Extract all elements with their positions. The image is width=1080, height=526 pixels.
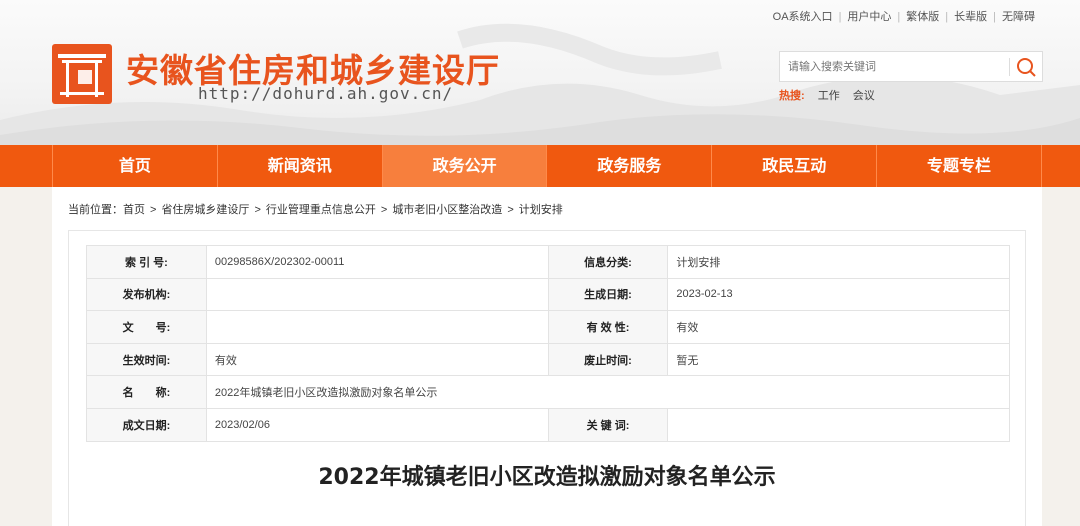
table-row: 发布机构: 生成日期: 2023-02-13 (86, 277, 1010, 312)
nav-item-news[interactable]: 新闻资讯 (218, 145, 383, 187)
search-button[interactable] (1014, 56, 1038, 78)
meta-value-doc-number (205, 310, 549, 344)
meta-value-written-date: 2023/02/06 (205, 407, 549, 442)
meta-label-keywords: 关 键 词: (547, 407, 669, 442)
top-link-oa[interactable]: OA系统入口 (773, 11, 833, 23)
meta-value-publisher (205, 277, 549, 312)
nav-item-interaction[interactable]: 政民互动 (712, 145, 878, 187)
nav-item-home[interactable]: 首页 (52, 145, 218, 187)
site-url: http://dohurd.ah.gov.cn/ (198, 84, 454, 103)
breadcrumb-item[interactable]: 计划安排 (519, 204, 563, 216)
nav-item-gov-affairs[interactable]: 政务公开 (382, 145, 548, 187)
meta-label-repeal-time: 废止时间: (547, 342, 669, 377)
meta-value-effective-time: 有效 (205, 342, 549, 377)
table-row: 文 号: 有 效 性: 有效 (86, 310, 1010, 344)
meta-label-written-date: 成文日期: (86, 407, 207, 442)
breadcrumb-item[interactable]: 首页 (123, 204, 145, 216)
breadcrumb-item[interactable]: 城市老旧小区整治改造 (392, 204, 502, 216)
meta-label-generated-date: 生成日期: (547, 277, 669, 312)
hot-search-item[interactable]: 工作 (818, 90, 840, 102)
hot-search-item[interactable]: 会议 (853, 90, 875, 102)
meta-value-keywords (667, 407, 1010, 442)
top-links: OA系统入口 | 用户中心 | 繁体版 | 长辈版 | 无障碍 (772, 11, 1035, 23)
hot-search-label: 热搜: (779, 90, 805, 102)
search-input[interactable] (788, 58, 1008, 76)
meta-value-index: 00298586X/202302-00011 (205, 245, 549, 279)
top-link-user-center[interactable]: 用户中心 (847, 11, 891, 23)
document-title: 2022年城镇老旧小区改造拟激励对象名单公示 (318, 465, 776, 490)
meta-value-validity: 有效 (667, 310, 1010, 344)
nav-item-gov-services[interactable]: 政务服务 (547, 145, 713, 187)
table-row: 成文日期: 2023/02/06 关 键 词: (86, 407, 1010, 442)
meta-value-generated-date: 2023-02-13 (667, 277, 1010, 312)
table-row: 生效时间: 有效 废止时间: 暂无 (86, 342, 1010, 377)
emblem-icon (58, 54, 106, 97)
site-logo[interactable] (52, 44, 112, 104)
hot-search: 热搜: 工作 会议 (779, 87, 875, 103)
breadcrumb-item[interactable]: 省住房城乡建设厅 (161, 204, 249, 216)
meta-label-category: 信息分类: (547, 245, 669, 279)
main-content: 当前位置：首页 > 省住房城乡建设厅 > 行业管理重点信息公开 > 城市老旧小区整治改造 > 计… (52, 187, 1042, 526)
meta-value-repeal-time: 暂无 (667, 342, 1010, 377)
metadata-table: 索 引 号: 00298586X/202302-00011 信息分类: 计划安排… (86, 245, 1011, 442)
top-link-elder[interactable]: 长辈版 (954, 11, 987, 23)
site-header: OA系统入口 | 用户中心 | 繁体版 | 长辈版 | 无障碍 安徽省住房和城乡建设厅 http… (0, 0, 1080, 145)
meta-label-doc-number: 文 号: (86, 310, 207, 344)
breadcrumb-prefix: 当前位置： (68, 204, 123, 216)
main-nav: 首页 新闻资讯 政务公开 政务服务 政民互动 专题专栏 (0, 145, 1080, 187)
meta-label-validity: 有 效 性: (547, 310, 669, 344)
breadcrumb: 当前位置：首页 > 省住房城乡建设厅 > 行业管理重点信息公开 > 城市老旧小区整治改造 > 计… (68, 204, 563, 216)
meta-label-effective-time: 生效时间: (86, 342, 207, 377)
search-icon (1017, 58, 1036, 77)
meta-label-index: 索 引 号: (86, 245, 207, 279)
breadcrumb-item[interactable]: 行业管理重点信息公开 (266, 204, 376, 216)
search-box (779, 51, 1043, 82)
article-panel: 索 引 号: 00298586X/202302-00011 信息分类: 计划安排… (68, 230, 1026, 526)
nav-item-topics[interactable]: 专题专栏 (877, 145, 1042, 187)
table-row: 名 称: 2022年城镇老旧小区改造拟激励对象名单公示 (86, 375, 1011, 409)
meta-label-name: 名 称: (86, 375, 207, 409)
search-divider (1009, 58, 1010, 76)
meta-value-category: 计划安排 (667, 245, 1010, 279)
table-row: 索 引 号: 00298586X/202302-00011 信息分类: 计划安排 (86, 245, 1010, 279)
top-link-accessibility[interactable]: 无障碍 (1002, 11, 1035, 23)
meta-value-name: 2022年城镇老旧小区改造拟激励对象名单公示 (205, 375, 1011, 409)
meta-label-publisher: 发布机构: (86, 277, 207, 312)
top-link-traditional[interactable]: 繁体版 (906, 11, 939, 23)
